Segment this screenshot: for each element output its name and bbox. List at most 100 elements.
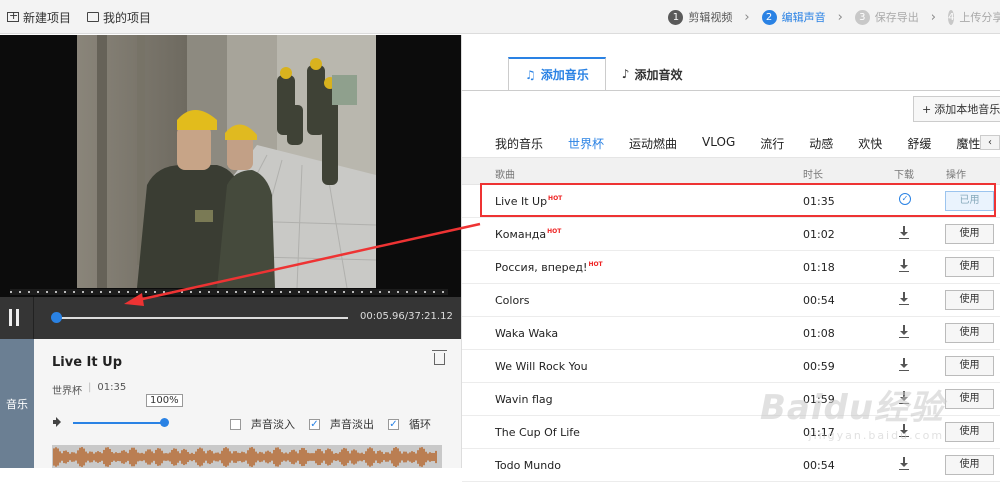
category-tab[interactable]: 我的音乐 (495, 135, 543, 152)
audio-options: 声音淡入 ✓ 声音淡出 ✓ 循环 (230, 416, 431, 432)
trash-icon[interactable] (432, 350, 447, 365)
music-note-icon: ♫ (525, 67, 536, 82)
playback-time: 00:05.96/37:21.12 (360, 311, 453, 322)
library-tabs: ♫ 添加音乐 ♪ 添加音效 (508, 57, 698, 91)
chevron-left-icon[interactable]: ‹ (980, 135, 1000, 150)
song-name: Wavin flag (495, 393, 553, 406)
new-project-icon (7, 9, 19, 22)
new-project-button[interactable]: 新建项目 (7, 0, 71, 34)
song-row[interactable]: Россия, вперед!HOT 01:18 使用 (462, 251, 1000, 284)
song-name: We Will Rock You (495, 360, 588, 373)
workflow-steps: 1 剪辑视频 › 2 编辑声音 › 3 保存导出 › 4 上传分享 (668, 0, 1000, 34)
fade-out-option[interactable]: ✓ 声音淡出 (309, 416, 374, 432)
audio-waveform[interactable] (52, 445, 442, 468)
fade-in-option[interactable]: 声音淡入 (230, 416, 295, 432)
hot-badge: HOT (547, 228, 562, 235)
song-duration: 01:18 (803, 261, 835, 274)
new-project-label: 新建项目 (23, 10, 72, 25)
selected-song-highlight (480, 183, 996, 217)
music-track-label: 音乐 (0, 339, 34, 468)
music-title: Live It Up (52, 355, 122, 370)
download-icon[interactable] (899, 292, 913, 306)
tab-add-sound-effect[interactable]: ♪ 添加音效 (606, 57, 699, 91)
category-tab[interactable]: 欢快 (858, 135, 882, 152)
video-timeline-ruler (10, 289, 448, 295)
use-button[interactable]: 使用 (945, 224, 994, 244)
song-row[interactable]: We Will Rock You 00:59 使用 (462, 350, 1000, 383)
song-name: КомандаHOT (495, 228, 562, 241)
category-tab[interactable]: 运动燃曲 (629, 135, 677, 152)
speaker-icon[interactable] (53, 417, 65, 427)
song-row[interactable]: Waka Waka 01:08 使用 (462, 317, 1000, 350)
song-duration: 00:54 (803, 294, 835, 307)
category-tab[interactable]: VLOG (702, 135, 735, 152)
use-button[interactable]: 使用 (945, 290, 994, 310)
watermark: Baidu经验 jingyan.baidu.com (760, 388, 945, 442)
song-name: Todo Mundo (495, 459, 561, 472)
download-icon[interactable] (899, 358, 913, 372)
category-tab[interactable]: 动感 (809, 135, 833, 152)
step-share[interactable]: 4 上传分享 (948, 9, 1000, 25)
song-duration: 00:59 (803, 360, 835, 373)
editor-left-panel: 00:05.96/37:21.12 音乐 Live It Up 世界杯 | 01… (0, 35, 461, 468)
use-button[interactable]: 使用 (945, 356, 994, 376)
category-tab[interactable]: 舒缓 (907, 135, 931, 152)
chevron-right-icon: › (837, 9, 843, 25)
my-projects-button[interactable]: 我的项目 (87, 0, 151, 34)
loop-option[interactable]: ✓ 循环 (388, 416, 431, 432)
divider (33, 297, 34, 339)
use-button[interactable]: 使用 (945, 257, 994, 277)
my-projects-label: 我的项目 (103, 10, 152, 25)
music-duration: 01:35 (97, 382, 127, 393)
sound-effect-icon: ♪ (621, 67, 630, 81)
download-icon[interactable] (899, 457, 913, 471)
fade-out-checkbox[interactable]: ✓ (309, 418, 320, 430)
top-toolbar: 新建项目 我的项目 1剪辑视频 › 2编辑声音 › 3保存导出 › 4上传分享 (0, 0, 1000, 34)
column-action: 操作 (946, 170, 966, 181)
pause-icon[interactable] (7, 309, 21, 326)
song-name: Colors (495, 294, 530, 307)
table-header: 歌曲 时长 下载 操作 (462, 157, 1000, 185)
song-row[interactable]: КомандаHOT 01:02 使用 (462, 218, 1000, 251)
step-edit-video[interactable]: 1 剪辑视频 (668, 9, 732, 25)
song-row[interactable]: Todo Mundo 00:54 使用 (462, 449, 1000, 482)
playback-controls: 00:05.96/37:21.12 (0, 297, 461, 339)
category-tab[interactable]: 魔性 (956, 135, 980, 152)
fade-in-checkbox[interactable] (230, 418, 241, 430)
download-icon[interactable] (899, 226, 913, 240)
song-name: Waka Waka (495, 327, 559, 340)
step-edit-audio[interactable]: 2 编辑声音 (761, 9, 826, 25)
song-duration: 01:08 (803, 327, 835, 340)
volume-slider[interactable] (73, 422, 163, 424)
seek-handle[interactable] (51, 312, 62, 323)
hot-badge: HOT (588, 261, 603, 268)
category-tab[interactable]: 流行 (760, 135, 784, 152)
seek-track[interactable] (56, 317, 348, 319)
category-tabs: 我的音乐 世界杯 运动燃曲 VLOG 流行 动感 欢快 舒缓 魔性 (495, 135, 980, 152)
music-meta: 世界杯 | 01:35 (52, 382, 127, 397)
plus-icon: + (922, 102, 932, 116)
use-button[interactable]: 使用 (945, 455, 994, 475)
use-button[interactable]: 使用 (945, 389, 994, 409)
song-name: The Cup Of Life (495, 426, 580, 439)
music-settings-panel: Live It Up 世界杯 | 01:35 100% 声音淡入 ✓ 声音淡出 ✓… (34, 339, 461, 468)
category-tab[interactable]: 世界杯 (568, 135, 604, 152)
step-export[interactable]: 3 保存导出 (854, 9, 919, 25)
divider (462, 90, 1000, 91)
song-duration: 00:54 (803, 459, 835, 472)
loop-checkbox[interactable]: ✓ (388, 418, 399, 430)
chevron-right-icon: › (930, 9, 936, 25)
use-button[interactable]: 使用 (945, 422, 994, 442)
music-category: 世界杯 (52, 386, 82, 397)
column-song: 歌曲 (495, 170, 515, 181)
add-local-music-button[interactable]: + 添加本地音乐 (913, 96, 1000, 122)
tab-add-music[interactable]: ♫ 添加音乐 (508, 57, 606, 91)
download-icon[interactable] (899, 259, 913, 273)
volume-handle[interactable] (160, 418, 169, 427)
download-icon[interactable] (899, 325, 913, 339)
chevron-right-icon: › (744, 9, 750, 25)
song-row[interactable]: Colors 00:54 使用 (462, 284, 1000, 317)
video-preview[interactable] (0, 35, 461, 297)
video-frame (77, 35, 376, 288)
use-button[interactable]: 使用 (945, 323, 994, 343)
